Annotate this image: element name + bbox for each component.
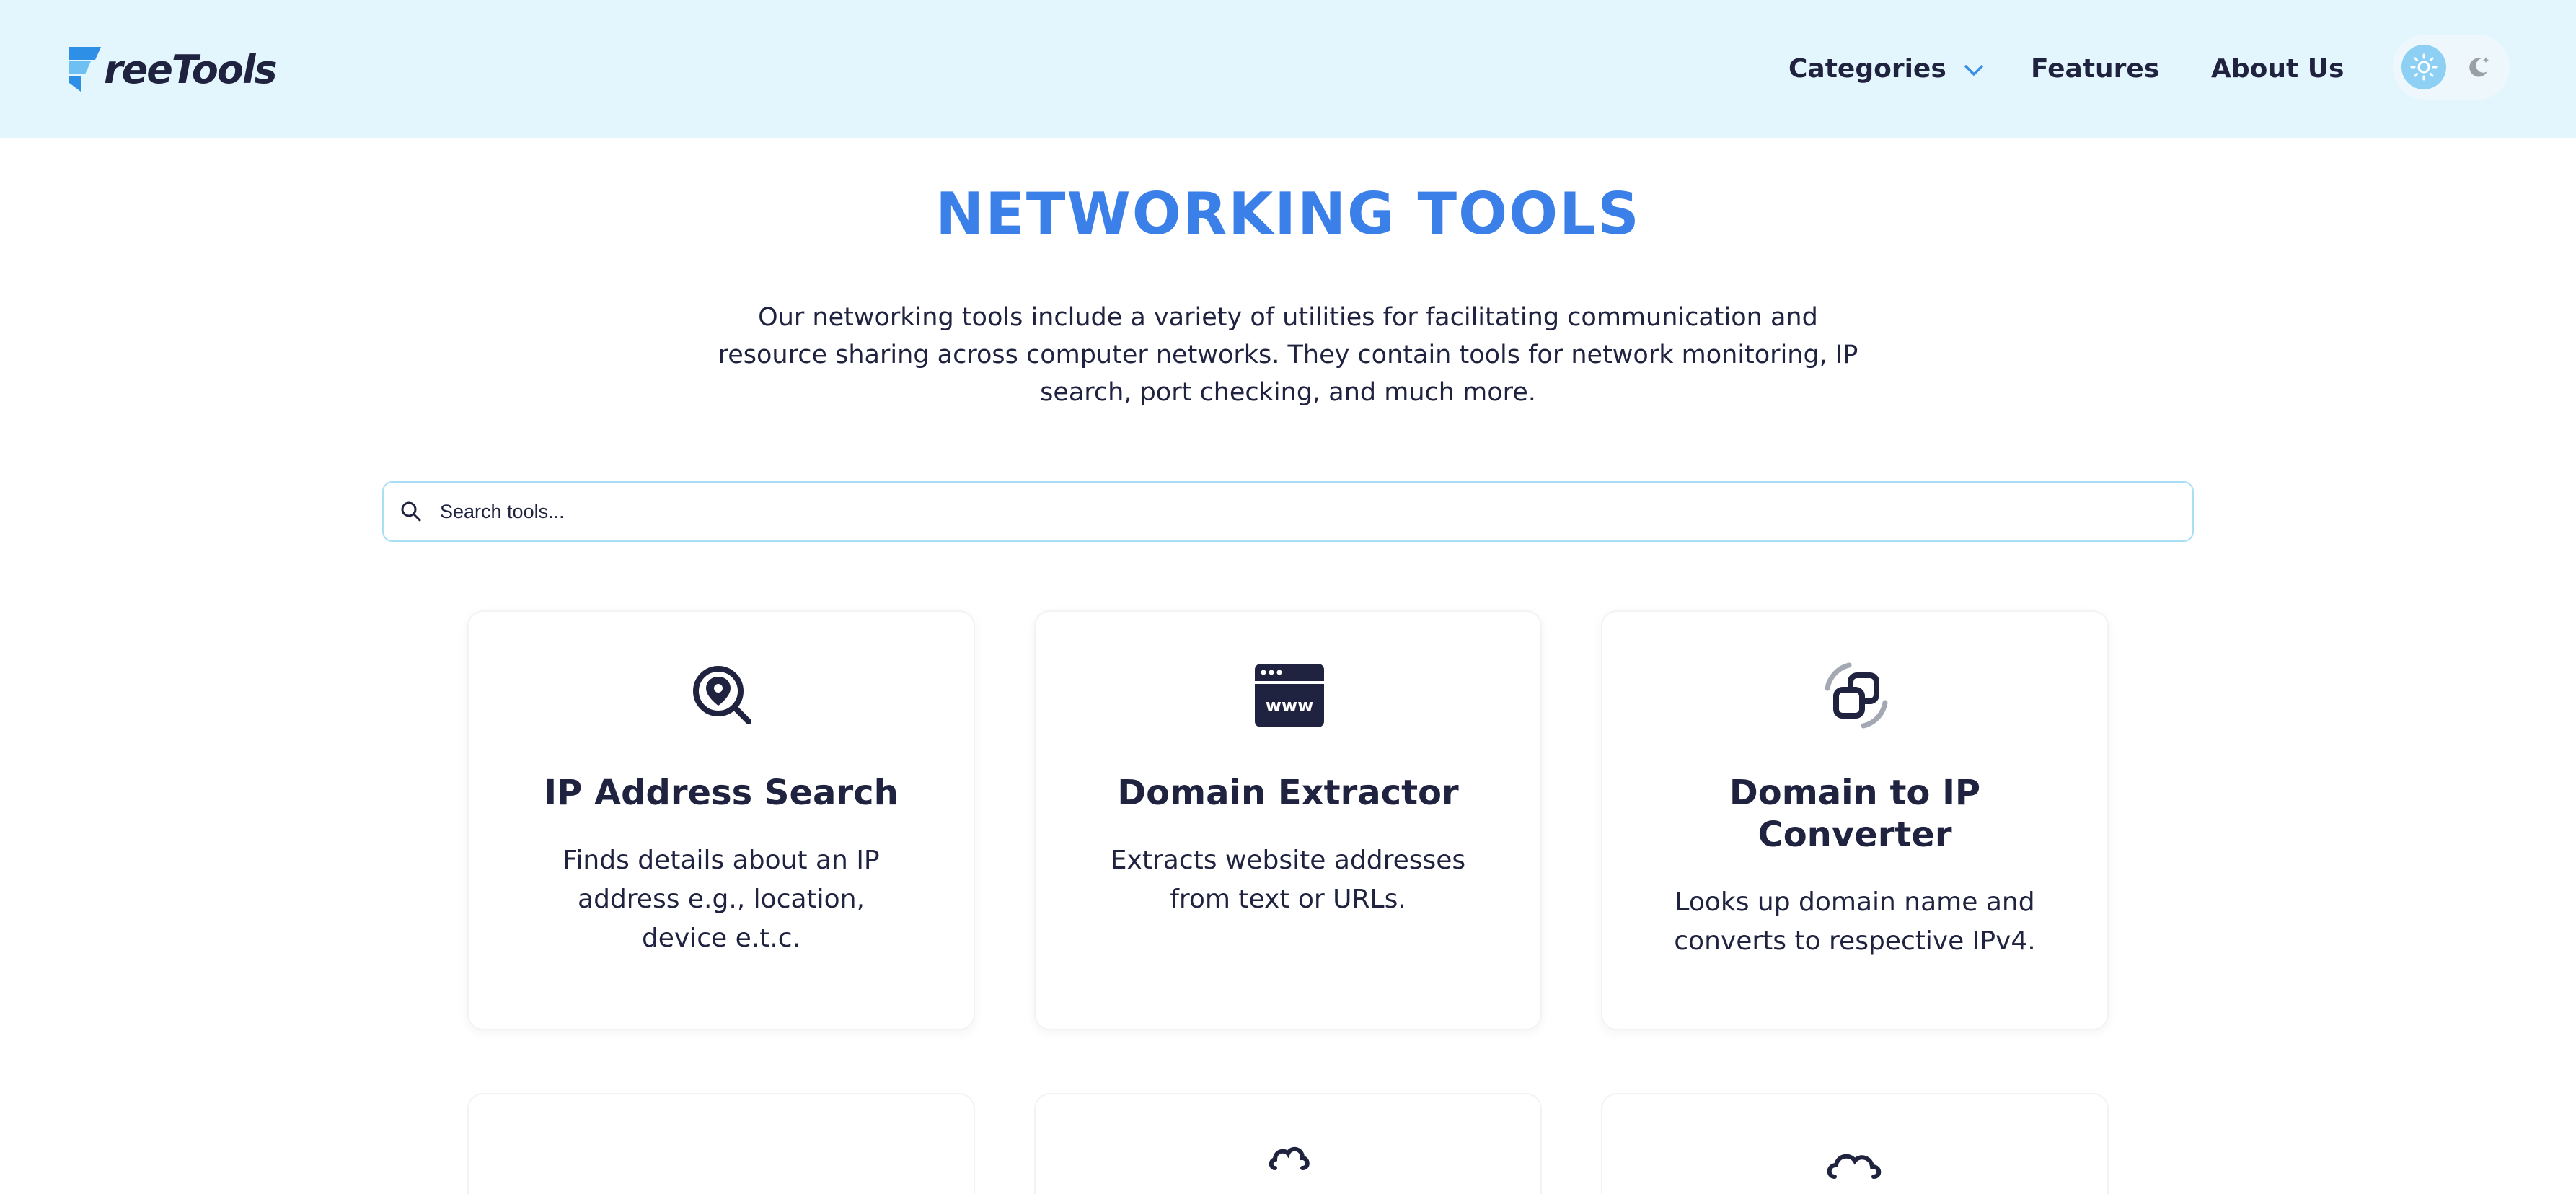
sun-icon: [2410, 53, 2438, 81]
nav-features-label: Features: [2031, 54, 2160, 84]
location-search-icon: [693, 666, 751, 724]
svg-text:www: www: [1266, 695, 1314, 716]
tool-card-domain-extractor[interactable]: www Domain Extractor Extracts website ad…: [1034, 610, 1542, 1030]
tool-card-description: Extracts website addresses from text or …: [1110, 846, 1466, 914]
page-title: NETWORKING TOOLS: [935, 180, 1641, 247]
tool-card-title: Domain to IP Converter: [1729, 773, 1981, 855]
browser-www-icon: www: [1255, 664, 1324, 727]
search-bar: [382, 481, 2194, 542]
tool-card[interactable]: [1034, 1093, 1542, 1194]
theme-toggle: [2393, 35, 2510, 100]
cloud-icon: [1827, 1154, 1882, 1179]
convert-icon: [1825, 662, 1888, 729]
nav-features[interactable]: Features: [2031, 0, 2159, 138]
light-mode-button[interactable]: [2401, 45, 2446, 89]
nav-about-us-label: About Us: [2211, 54, 2345, 84]
nav-categories[interactable]: Categories: [1788, 0, 1984, 138]
tool-card[interactable]: [467, 1093, 975, 1194]
tool-card-ip-address-search[interactable]: IP Address Search Finds details about an…: [467, 610, 975, 1030]
chevron-down-icon: [1964, 64, 1983, 76]
nav-categories-label: Categories: [1788, 54, 1946, 84]
moon-icon: [2469, 57, 2489, 77]
tool-card-description: Finds details about an IP address e.g., …: [563, 846, 880, 953]
cloud-icon: [1269, 1146, 1310, 1170]
tool-card-domain-to-ip-converter[interactable]: Domain to IP Converter Looks up domain n…: [1601, 610, 2109, 1030]
logo-text: reeTools: [104, 46, 278, 92]
tool-card-title: Domain Extractor: [1117, 773, 1459, 813]
page-intro: Our networking tools include a variety o…: [718, 303, 1858, 407]
tool-card-title: IP Address Search: [544, 773, 899, 813]
search-input[interactable]: [440, 500, 2171, 523]
tool-card-description: Looks up domain name and converts to res…: [1674, 887, 2036, 956]
nav-about-us[interactable]: About Us: [2211, 0, 2344, 138]
site-header: reeTools Categories Features About Us: [0, 0, 2576, 138]
logo[interactable]: reeTools: [69, 43, 278, 95]
tool-card[interactable]: [1601, 1093, 2109, 1194]
logo-mark-icon: [69, 47, 101, 92]
dark-mode-button[interactable]: [2456, 45, 2501, 89]
search-icon: [401, 501, 421, 522]
